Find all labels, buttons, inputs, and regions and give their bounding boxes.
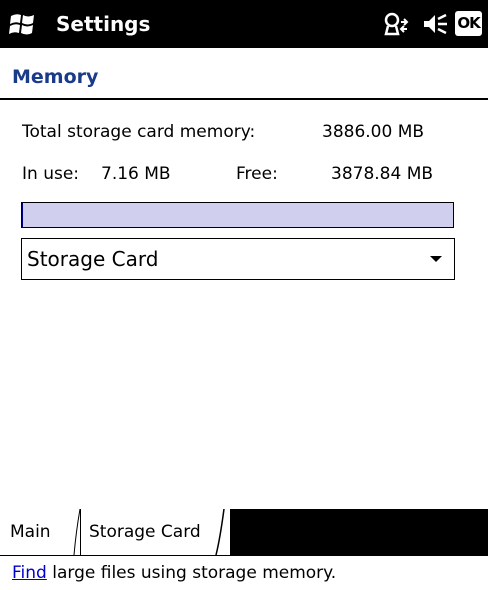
- speaker-volume-icon[interactable]: [420, 11, 448, 37]
- free-value: 3878.84 MB: [331, 164, 434, 184]
- page-title: Memory: [12, 66, 99, 88]
- tab-storage-card[interactable]: Storage Card: [80, 509, 230, 555]
- storage-select[interactable]: Storage Card: [21, 238, 455, 280]
- app-title: Settings: [56, 12, 151, 36]
- total-memory-label: Total storage card memory:: [22, 122, 256, 142]
- page-header: Memory: [0, 48, 488, 100]
- free-label: Free:: [236, 164, 278, 184]
- connectivity-icon[interactable]: [381, 10, 413, 38]
- title-bar: Settings OK: [0, 0, 488, 48]
- footer-text: Find large files using storage memory.: [12, 562, 336, 584]
- memory-usage-bar: [21, 202, 454, 228]
- ok-button[interactable]: OK: [455, 11, 482, 36]
- tab-storage-card-edge: [210, 509, 225, 555]
- storage-select-value: Storage Card: [27, 247, 159, 271]
- total-memory-value: 3886.00 MB: [322, 122, 425, 142]
- footer: Find large files using storage memory.: [0, 555, 488, 590]
- tab-strip: Main Storage Card: [0, 509, 488, 555]
- in-use-value: 7.16 MB: [101, 164, 171, 184]
- find-link[interactable]: Find: [12, 563, 47, 583]
- footer-description: large files using storage memory.: [46, 563, 337, 583]
- windows-flag-icon[interactable]: [7, 10, 39, 38]
- chevron-down-icon[interactable]: [430, 256, 442, 262]
- in-use-label: In use:: [22, 164, 80, 184]
- header-divider: [0, 98, 488, 100]
- memory-usage-fill: [22, 203, 23, 227]
